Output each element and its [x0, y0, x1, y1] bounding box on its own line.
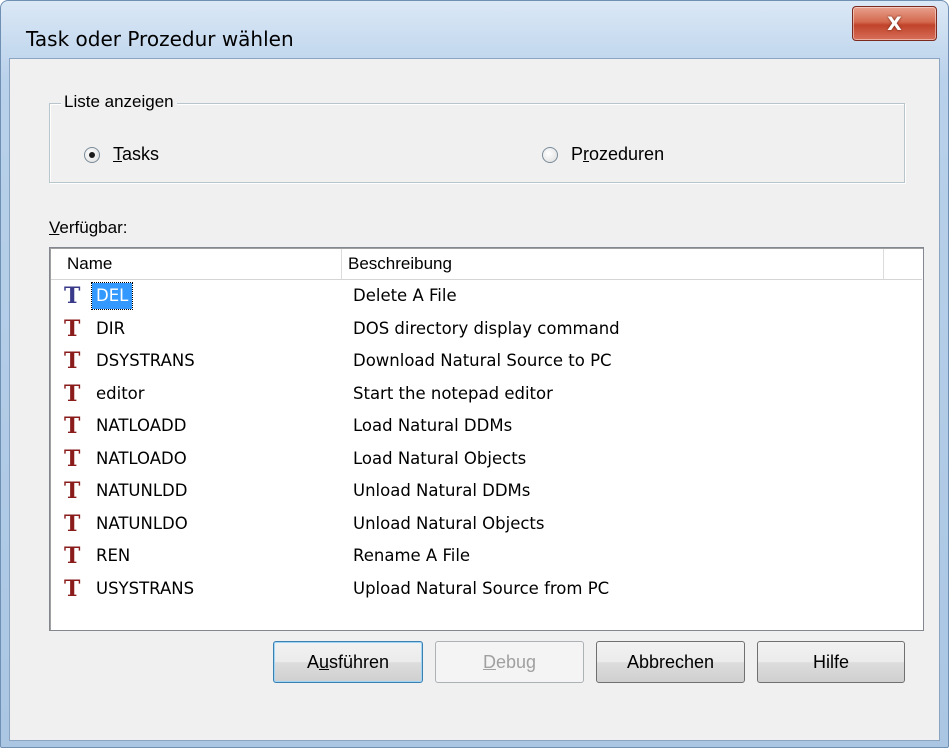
list-item[interactable]: T NATUNLDD Unload Natural DDMs [50, 476, 923, 509]
cancel-button[interactable]: Abbrechen [596, 641, 745, 683]
radio-procedures-label-rest: ozeduren [589, 144, 665, 164]
list-item-description: Load Natural Objects [353, 448, 527, 468]
list-item-name[interactable]: DSYSTRANS [92, 348, 199, 374]
list-item-description: DOS directory display command [353, 318, 620, 338]
list-item-description: Unload Natural Objects [353, 513, 545, 533]
groupbox-legend: Liste anzeigen [61, 92, 177, 112]
list-item[interactable]: T USYSTRANS Upload Natural Source from P… [50, 574, 923, 607]
dialog-window: Task oder Prozedur wählen X Liste anzeig… [0, 0, 949, 748]
task-icon: T [64, 380, 81, 407]
list-item-name[interactable]: NATUNLDO [92, 511, 192, 537]
help-button[interactable]: Hilfe [757, 641, 905, 683]
close-button[interactable]: X [852, 6, 937, 41]
list-item-description: Start the notepad editor [353, 383, 553, 403]
column-header-filler [883, 249, 923, 279]
list-item-description: Upload Natural Source from PC [353, 578, 610, 598]
task-icon: T [64, 413, 81, 439]
list-item[interactable]: T DEL Delete A File [50, 281, 923, 314]
available-label-rest: erfügbar: [59, 218, 128, 237]
radio-procedures[interactable]: Prozeduren [542, 144, 664, 165]
task-icon: T [64, 283, 81, 309]
radio-procedures-label: Prozeduren [571, 144, 664, 165]
debug-button-rest: ebug [495, 651, 537, 672]
task-icon: T [64, 510, 81, 537]
list-item-name[interactable]: NATLOADD [92, 413, 190, 439]
column-header-description[interactable]: Beschreibung [341, 249, 883, 279]
available-label: Verfügbar: [49, 218, 127, 238]
list-item-description: Rename A File [353, 546, 471, 565]
radio-procedures-label-prefix: P [571, 144, 584, 164]
list-item-name[interactable]: DIR [92, 316, 129, 342]
list-item-description: Load Natural DDMs [353, 416, 513, 435]
task-icon: T [64, 445, 81, 472]
radio-tasks-mnemonic: T [113, 144, 122, 164]
debug-button-mnemonic: D [482, 651, 496, 672]
list-item[interactable]: T NATLOADO Load Natural Objects [50, 444, 923, 477]
task-icon: T [64, 575, 81, 602]
window-title: Task oder Prozedur wählen [26, 27, 294, 51]
radio-tasks-indicator[interactable] [84, 146, 100, 163]
debug-button[interactable]: Debug [435, 641, 584, 683]
list-item-description: Unload Natural DDMs [353, 481, 531, 500]
listview-header: Name Beschreibung [51, 249, 922, 280]
task-icon: T [64, 543, 81, 569]
task-icon: T [64, 478, 81, 504]
radio-tasks-label-rest: asks [122, 144, 160, 164]
task-icon: T [64, 348, 81, 374]
column-header-name[interactable]: Name [61, 249, 339, 279]
run-button[interactable]: Au sführen [273, 641, 423, 683]
task-listview[interactable]: Name Beschreibung T DEL Delete A File T … [49, 247, 924, 631]
list-item-description: Download Natural Source to PC [353, 351, 612, 370]
list-item-name[interactable]: editor [92, 381, 149, 407]
radio-procedures-indicator[interactable] [542, 146, 558, 163]
dialog-client-area: Liste anzeigen Tasks Prozeduren Verfügba… [9, 58, 940, 741]
list-item-name[interactable]: REN [92, 543, 134, 569]
list-item-name[interactable]: DEL [90, 282, 134, 310]
list-display-groupbox: Liste anzeigen Tasks Prozeduren [49, 92, 905, 183]
run-button-rest: sführen [328, 651, 390, 672]
list-item-name[interactable]: NATUNLDD [92, 478, 191, 504]
list-item[interactable]: T NATUNLDO Unload Natural Objects [50, 509, 923, 542]
run-button-prefix: A [306, 651, 319, 672]
list-item-name[interactable]: USYSTRANS [92, 576, 198, 602]
list-item[interactable]: T DSYSTRANS Download Natural Source to P… [50, 346, 923, 379]
run-button-mnemonic: u [318, 651, 329, 672]
close-icon: X [887, 12, 902, 35]
list-item[interactable]: T REN Rename A File [50, 541, 923, 574]
available-label-mnemonic: V [49, 218, 60, 237]
radio-tasks-label: Tasks [113, 144, 159, 165]
listview-rows: T DEL Delete A File T DIR DOS directory … [50, 281, 923, 606]
list-item-name[interactable]: NATLOADO [92, 446, 191, 472]
radio-tasks[interactable]: Tasks [84, 144, 159, 165]
list-item[interactable]: T DIR DOS directory display command [50, 314, 923, 347]
task-icon: T [64, 315, 81, 342]
list-item-description: Delete A File [353, 286, 457, 305]
list-item[interactable]: T editor Start the notepad editor [50, 379, 923, 412]
list-item[interactable]: T NATLOADD Load Natural DDMs [50, 411, 923, 444]
